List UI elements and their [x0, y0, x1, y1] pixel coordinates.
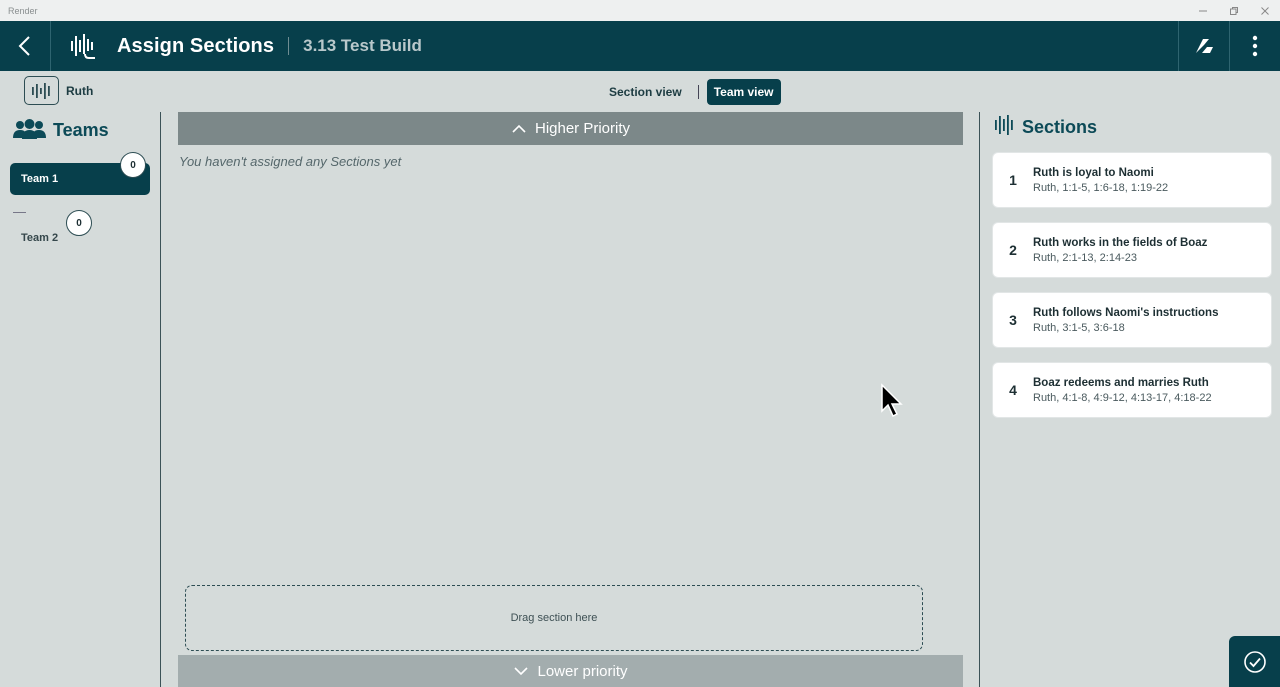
- drop-zone-label: Drag section here: [510, 612, 598, 624]
- section-reference: Ruth, 4:1-8, 4:9-12, 4:13-17, 4:18-22: [1033, 391, 1212, 404]
- section-reference: Ruth, 2:1-13, 2:14-23: [1033, 251, 1137, 264]
- team-view-tab[interactable]: Team view: [706, 79, 781, 105]
- section-number: 4: [1009, 382, 1017, 398]
- view-toggle: Section view Team view: [601, 79, 781, 105]
- teams-title: Teams: [53, 119, 109, 140]
- view-toggle-divider: [697, 85, 699, 99]
- page-title: Assign Sections: [117, 34, 275, 57]
- restore-icon: [1229, 6, 1238, 15]
- header-actions: [1178, 21, 1280, 71]
- waveform-logo-icon: [69, 31, 99, 61]
- teams-panel: Teams Team 1 0 Team 2 0: [0, 112, 161, 687]
- section-title: Ruth works in the fields of Boaz: [1033, 236, 1208, 249]
- team-label: Team 2: [21, 232, 59, 244]
- section-number: 1: [1009, 172, 1017, 188]
- minimize-icon: [1198, 10, 1207, 11]
- sections-title: Sections: [1022, 116, 1098, 137]
- mouse-cursor-icon: [880, 383, 904, 424]
- section-title: Ruth is loyal to Naomi: [1033, 166, 1154, 179]
- build-subtitle: 3.13 Test Build: [303, 36, 422, 55]
- back-arrow-icon: [18, 36, 30, 56]
- title-divider: [288, 37, 290, 55]
- section-title: Ruth follows Naomi's instructions: [1033, 306, 1219, 319]
- chevron-up-icon: [512, 124, 526, 133]
- sync-icon: [1196, 39, 1213, 53]
- section-view-tab[interactable]: Section view: [601, 79, 690, 105]
- close-icon: [1260, 6, 1269, 15]
- restore-button[interactable]: [1218, 0, 1249, 21]
- section-card[interactable]: 2 Ruth works in the fields of Boaz Ruth,…: [992, 222, 1272, 278]
- team-label: Team 1: [21, 173, 59, 185]
- empty-assignment-message: You haven't assigned any Sections yet: [179, 154, 402, 169]
- back-button[interactable]: [0, 21, 51, 71]
- app-header: Assign Sections 3.13 Test Build: [0, 21, 1280, 71]
- checkmark-icon: [1243, 650, 1266, 673]
- sections-waveform-icon: [995, 115, 1013, 135]
- lower-priority-button[interactable]: Lower priority: [178, 655, 963, 687]
- done-button[interactable]: [1229, 636, 1280, 687]
- section-card[interactable]: 3 Ruth follows Naomi's instructions Ruth…: [992, 292, 1272, 348]
- drop-zone[interactable]: Drag section here: [185, 585, 923, 651]
- team-count-badge: 0: [66, 210, 92, 236]
- project-name: Ruth: [66, 84, 94, 98]
- lower-priority-label: Lower priority: [537, 662, 628, 680]
- window-titlebar: Render: [0, 0, 1280, 21]
- minimize-button[interactable]: [1187, 0, 1218, 21]
- section-title: Boaz redeems and marries Ruth: [1033, 376, 1209, 389]
- section-number: 3: [1009, 312, 1017, 328]
- sync-button[interactable]: [1178, 21, 1229, 71]
- sections-header: Sections: [994, 112, 1097, 138]
- section-reference: Ruth, 1:1-5, 1:6-18, 1:19-22: [1033, 181, 1169, 194]
- close-window-button[interactable]: [1249, 0, 1280, 21]
- higher-priority-button[interactable]: Higher Priority: [178, 112, 963, 145]
- sections-panel: Sections 1 Ruth is loyal to Naomi Ruth, …: [979, 112, 1280, 687]
- section-card[interactable]: 4 Boaz redeems and marries Ruth Ruth, 4:…: [992, 362, 1272, 418]
- window-controls: [1187, 0, 1280, 21]
- teams-header: Teams: [13, 119, 109, 141]
- section-card[interactable]: 1 Ruth is loyal to Naomi Ruth, 1:1-5, 1:…: [992, 152, 1272, 208]
- audio-project-icon: [24, 76, 59, 105]
- team-count-badge: 0: [120, 152, 146, 178]
- more-vert-icon: [1252, 35, 1258, 57]
- section-reference: Ruth, 3:1-5, 3:6-18: [1033, 321, 1125, 334]
- window-app-name: Render: [8, 5, 38, 16]
- teams-icon: [13, 119, 46, 139]
- chevron-down-icon: [514, 667, 529, 676]
- divider: [13, 212, 26, 213]
- higher-priority-label: Higher Priority: [534, 120, 631, 137]
- section-number: 2: [1009, 242, 1017, 258]
- more-options-button[interactable]: [1229, 21, 1280, 71]
